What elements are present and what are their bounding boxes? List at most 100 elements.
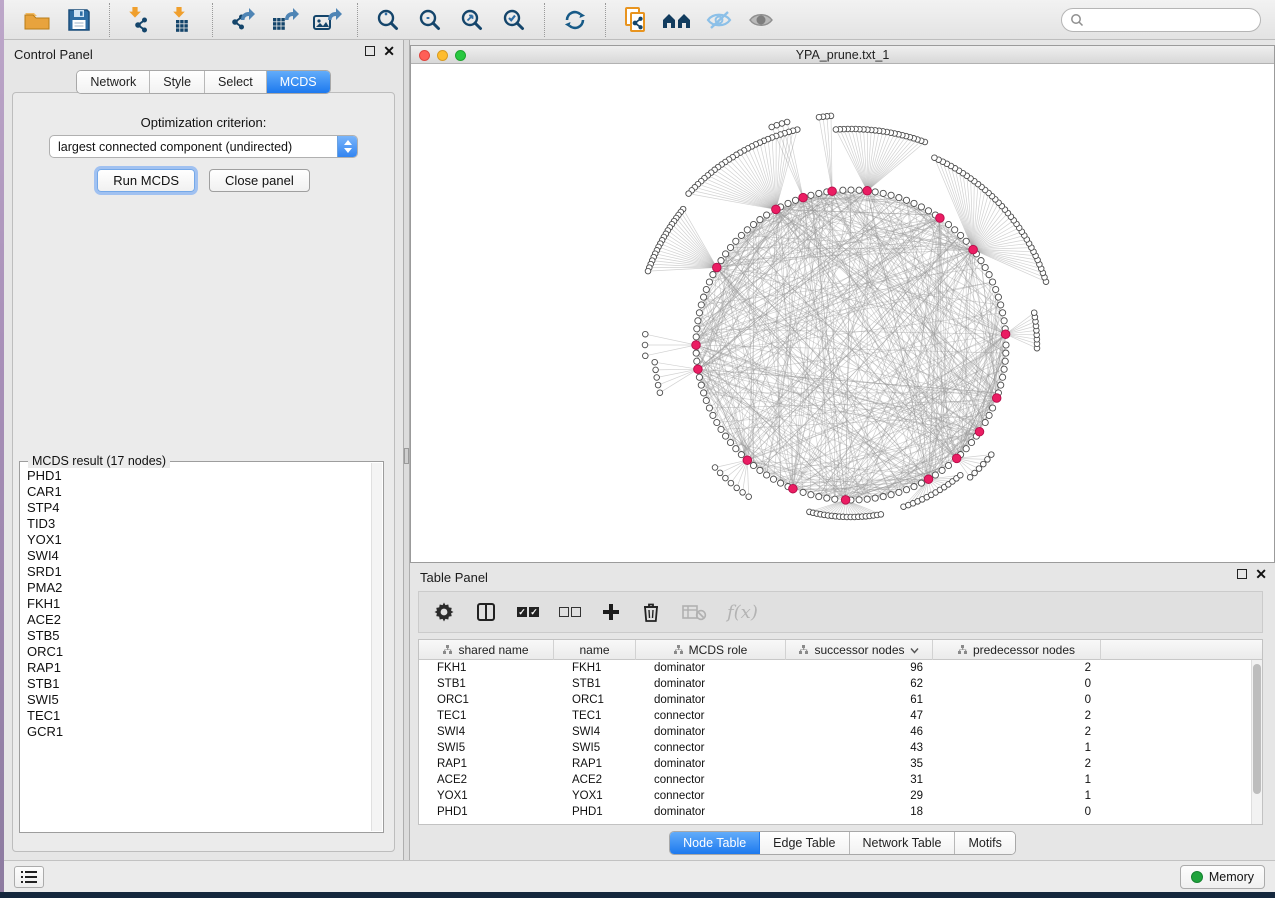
table-cell: RAP1: [419, 758, 554, 770]
column-header-MCDS-role[interactable]: MCDS role: [636, 640, 786, 660]
close-panel-icon[interactable]: ✕: [383, 46, 395, 56]
tab-select[interactable]: Select: [205, 71, 267, 93]
result-item[interactable]: STB5: [27, 628, 371, 644]
select-all-icon[interactable]: ✓✓: [517, 597, 539, 627]
table-row[interactable]: RAP1RAP1dominator352: [419, 756, 1251, 772]
table-cell: 96: [786, 662, 933, 674]
result-item[interactable]: TID3: [27, 516, 371, 532]
column-header-shared-name[interactable]: shared name: [419, 640, 554, 660]
save-icon[interactable]: [58, 3, 100, 37]
zoom-in-icon[interactable]: [367, 3, 409, 37]
first-neighbors-icon[interactable]: [657, 3, 699, 37]
table-tab-node-table[interactable]: Node Table: [670, 832, 760, 854]
columns-icon[interactable]: [475, 597, 497, 627]
zoom-selected-icon[interactable]: [493, 3, 535, 37]
result-item[interactable]: PHD1: [27, 468, 371, 484]
result-item[interactable]: GCR1: [27, 724, 371, 740]
table-cell: 62: [786, 678, 933, 690]
open-folder-icon[interactable]: [16, 3, 58, 37]
table-row[interactable]: STB1STB1dominator620: [419, 676, 1251, 692]
table-cell: dominator: [636, 726, 786, 738]
tab-mcds[interactable]: MCDS: [267, 71, 330, 93]
toolbar-separator: [212, 3, 213, 37]
network-canvas[interactable]: [411, 64, 1274, 562]
table-row[interactable]: SWI5SWI5connector431: [419, 740, 1251, 756]
table-cell: ACE2: [554, 774, 636, 786]
result-item[interactable]: RAP1: [27, 660, 371, 676]
column-header-predecessor-nodes[interactable]: predecessor nodes: [933, 640, 1101, 660]
search-input[interactable]: [1089, 13, 1249, 27]
table-tab-network-table[interactable]: Network Table: [850, 832, 956, 854]
close-table-panel-icon[interactable]: ✕: [1255, 569, 1267, 579]
table-row[interactable]: ORC1ORC1dominator610: [419, 692, 1251, 708]
import-table-icon[interactable]: [161, 3, 203, 37]
delete-table-icon-disabled: [681, 597, 707, 627]
network-from-selection-icon[interactable]: [615, 3, 657, 37]
table-panel: Table Panel ✕ ✓✓ ✓✓ f(x) shared namename…: [410, 563, 1275, 860]
run-mcds-button[interactable]: Run MCDS: [97, 169, 195, 192]
close-panel-button[interactable]: Close panel: [209, 169, 310, 192]
splitter-handle[interactable]: [404, 448, 409, 464]
result-item[interactable]: SWI5: [27, 692, 371, 708]
cytoscape-window: Control Panel ✕ NetworkStyleSelectMCDS O…: [4, 0, 1275, 892]
scrollbar-thumb[interactable]: [1253, 664, 1261, 794]
column-header-successor-nodes[interactable]: successor nodes: [786, 640, 933, 660]
delete-icon[interactable]: [641, 597, 661, 627]
zoom-out-icon[interactable]: [409, 3, 451, 37]
network-title: YPA_prune.txt_1: [411, 48, 1274, 62]
result-item[interactable]: SWI4: [27, 548, 371, 564]
control-panel: Control Panel ✕ NetworkStyleSelectMCDS O…: [4, 40, 403, 860]
table-cell: 2: [933, 758, 1101, 770]
result-item[interactable]: YOX1: [27, 532, 371, 548]
add-column-icon[interactable]: [601, 597, 621, 627]
table-row[interactable]: SWI4SWI4dominator462: [419, 724, 1251, 740]
table-cell: dominator: [636, 694, 786, 706]
optimization-criterion-label: Optimization criterion:: [13, 115, 394, 130]
result-item[interactable]: CAR1: [27, 484, 371, 500]
shared-column-icon: [674, 645, 684, 655]
tab-network[interactable]: Network: [77, 71, 150, 93]
table-row[interactable]: YOX1YOX1connector291: [419, 788, 1251, 804]
table-cell: STB1: [554, 678, 636, 690]
result-item[interactable]: ACE2: [27, 612, 371, 628]
column-label: predecessor nodes: [973, 643, 1075, 657]
table-cell: 1: [933, 790, 1101, 802]
result-item[interactable]: FKH1: [27, 596, 371, 612]
table-row[interactable]: PHD1PHD1dominator180: [419, 804, 1251, 820]
float-table-panel-icon[interactable]: [1237, 569, 1247, 579]
show-all-icon[interactable]: [741, 3, 783, 37]
tab-style[interactable]: Style: [150, 71, 205, 93]
network-titlebar[interactable]: YPA_prune.txt_1: [411, 46, 1274, 64]
criterion-dropdown[interactable]: largest connected component (undirected): [49, 135, 358, 158]
search-field[interactable]: [1061, 8, 1261, 32]
table-row[interactable]: ACE2ACE2connector311: [419, 772, 1251, 788]
table-tab-edge-table[interactable]: Edge Table: [760, 832, 849, 854]
result-item[interactable]: SRD1: [27, 564, 371, 580]
import-network-icon[interactable]: [119, 3, 161, 37]
table-row[interactable]: FKH1FKH1dominator962: [419, 660, 1251, 676]
vertical-splitter[interactable]: [403, 40, 410, 860]
apply-layout-icon[interactable]: [554, 3, 596, 37]
result-list-scrollbar[interactable]: [371, 463, 382, 831]
table-tab-motifs[interactable]: Motifs: [955, 832, 1014, 854]
export-table-icon[interactable]: [264, 3, 306, 37]
memory-button[interactable]: Memory: [1180, 865, 1265, 889]
table-scrollbar[interactable]: [1251, 660, 1262, 824]
hide-selected-icon[interactable]: [699, 3, 741, 37]
result-item[interactable]: TEC1: [27, 708, 371, 724]
column-header-name[interactable]: name: [554, 640, 636, 660]
table-cell: ORC1: [419, 694, 554, 706]
export-image-icon[interactable]: [306, 3, 348, 37]
result-item[interactable]: PMA2: [27, 580, 371, 596]
table-row[interactable]: TEC1TEC1connector472: [419, 708, 1251, 724]
zoom-fit-icon[interactable]: [451, 3, 493, 37]
deselect-all-icon[interactable]: ✓✓: [559, 597, 581, 627]
gear-icon[interactable]: [433, 597, 455, 627]
result-item[interactable]: ORC1: [27, 644, 371, 660]
task-history-button[interactable]: [14, 866, 44, 888]
export-network-icon[interactable]: [222, 3, 264, 37]
result-item[interactable]: STP4: [27, 500, 371, 516]
result-item[interactable]: STB1: [27, 676, 371, 692]
toolbar-separator: [544, 3, 545, 37]
float-panel-icon[interactable]: [365, 46, 375, 56]
